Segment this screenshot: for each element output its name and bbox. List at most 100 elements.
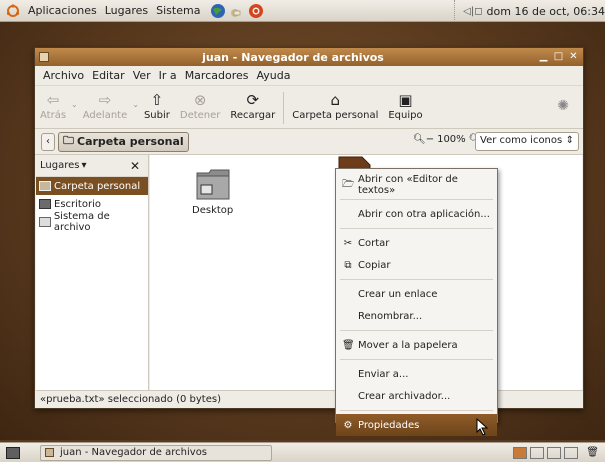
- workspace-1-icon[interactable]: [513, 446, 528, 459]
- menu-item-open-other-app[interactable]: Abrir con otra aplicación...: [336, 203, 497, 225]
- menu-separator: [340, 359, 493, 360]
- menu-ayuda[interactable]: Ayuda: [252, 69, 294, 82]
- menu-ver[interactable]: Ver: [129, 69, 155, 82]
- menu-item-label: Propiedades: [358, 419, 420, 431]
- volume-icon[interactable]: ◁|◻: [463, 6, 482, 17]
- copy-icon: ⧉: [344, 259, 352, 271]
- status-bar: «prueba.txt» seleccionado (0 bytes): [36, 390, 583, 408]
- menu-lugares[interactable]: Lugares: [101, 4, 152, 17]
- menu-item-send-to[interactable]: Enviar a...: [336, 363, 497, 385]
- forward-history-dropdown[interactable]: ⌄: [132, 100, 139, 109]
- clock-area: ◁|◻ dom 16 de oct, 06:34: [454, 0, 605, 22]
- menu-item-label: Renombrar...: [358, 310, 423, 322]
- trash-applet-icon[interactable]: 🗑: [586, 447, 599, 458]
- path-label: Carpeta personal: [77, 135, 184, 148]
- window-menu-icon[interactable]: [39, 52, 49, 62]
- top-panel: Aplicaciones Lugares Sistema ◁|◻ dom 16 …: [0, 0, 605, 22]
- window-title: juan - Navegador de archivos: [202, 50, 384, 64]
- up-label: Subir: [143, 110, 170, 121]
- scissors-icon: ✂: [343, 237, 353, 249]
- sidebar-item-filesystem[interactable]: Sistema de archivo: [36, 211, 148, 233]
- back-button[interactable]: ⇦ Atrás: [35, 90, 71, 121]
- reload-button[interactable]: ⟳ Recargar: [225, 90, 280, 121]
- home-folder-icon: [39, 181, 51, 191]
- open-folder-icon: 🗁: [342, 178, 355, 190]
- maximize-icon[interactable]: □: [552, 51, 565, 64]
- menu-item-rename[interactable]: Renombrar...: [336, 305, 497, 327]
- zoom-out-icon[interactable]: 🔍︎−: [413, 134, 434, 145]
- view-mode-select[interactable]: Ver como iconos ⇕: [475, 132, 579, 151]
- minimize-icon[interactable]: ▁: [537, 51, 550, 64]
- back-label: Atrás: [40, 110, 67, 121]
- workspace-3-icon[interactable]: [547, 446, 562, 459]
- computer-label: Equipo: [388, 110, 423, 121]
- menu-sistema[interactable]: Sistema: [152, 4, 204, 17]
- web-browser-icon[interactable]: [210, 3, 226, 19]
- up-button[interactable]: ⇧ Subir: [139, 90, 175, 121]
- window-titlebar[interactable]: juan - Navegador de archivos ▁ □ ✕: [35, 48, 583, 66]
- workspace-2-icon[interactable]: [530, 446, 545, 459]
- bottom-panel: juan - Navegador de archivos 🗑: [0, 442, 605, 462]
- home-button[interactable]: ⌂ Carpeta personal: [287, 90, 383, 121]
- toolbar: ⇦ Atrás ⌄ ⇨ Adelante ⌄ ⇧ Subir ⊗ Detener…: [35, 85, 583, 129]
- menubar: Archivo Editar Ver Ir a Marcadores Ayuda: [35, 66, 583, 85]
- menu-item-label: Abrir con otra aplicación...: [358, 208, 490, 220]
- mouse-cursor-icon: [476, 418, 489, 436]
- menu-item-open-text-editor[interactable]: 🗁 Abrir con «Editor de textos»: [336, 174, 497, 196]
- menu-item-label: Enviar a...: [358, 368, 409, 380]
- computer-button[interactable]: ▣ Equipo: [383, 90, 427, 121]
- show-desktop-icon[interactable]: [6, 446, 20, 459]
- throbber-icon: ✺: [557, 98, 569, 114]
- select-arrows-icon: ⇕: [565, 135, 574, 146]
- sidebar-header[interactable]: Lugares ▾ ✕: [36, 155, 148, 177]
- properties-icon: ⚙: [343, 419, 353, 431]
- menu-editar[interactable]: Editar: [88, 69, 129, 82]
- location-bar: ‹ 🗀 Carpeta personal 🔍︎− 100% 🔍︎+ Ver co…: [35, 129, 583, 155]
- forward-button[interactable]: ⇨ Adelante: [78, 90, 132, 121]
- ubuntu-logo-icon[interactable]: [6, 3, 20, 18]
- taskbar-item-label: juan - Navegador de archivos: [60, 447, 208, 458]
- menu-item-create-archive[interactable]: Crear archivador...: [336, 385, 497, 407]
- menu-separator: [340, 228, 493, 229]
- sidebar-item-label: Sistema de archivo: [53, 211, 110, 233]
- forward-arrow-icon: ⇨: [98, 91, 112, 109]
- stop-label: Detener: [179, 110, 221, 121]
- menu-item-label: Mover a la papelera: [358, 339, 458, 351]
- chevron-down-icon: ▾: [81, 160, 87, 171]
- taskbar-item-file-browser[interactable]: juan - Navegador de archivos: [40, 444, 272, 461]
- desktop-folder-icon: [196, 169, 230, 200]
- close-icon[interactable]: ✕: [567, 51, 580, 64]
- clock[interactable]: dom 16 de oct, 06:34: [487, 5, 605, 18]
- file-label: Desktop: [192, 205, 234, 216]
- back-history-dropdown[interactable]: ⌄: [71, 100, 78, 109]
- menu-item-create-link[interactable]: Crear un enlace: [336, 283, 497, 305]
- trash-icon: 🗑: [342, 339, 355, 351]
- menu-item-properties[interactable]: ⚙ Propiedades: [336, 414, 497, 436]
- sidebar-close-icon[interactable]: ✕: [130, 159, 140, 173]
- desktop-icon: [39, 199, 51, 209]
- menu-ir-a[interactable]: Ir a: [155, 69, 181, 82]
- path-back-icon[interactable]: ‹: [41, 132, 55, 151]
- menu-aplicaciones[interactable]: Aplicaciones: [24, 4, 101, 17]
- menu-item-label: Abrir con «Editor de textos»: [358, 174, 458, 196]
- menu-archivo[interactable]: Archivo: [39, 69, 88, 82]
- email-client-icon[interactable]: [229, 3, 245, 19]
- menu-item-copy[interactable]: ⧉ Copiar: [336, 254, 497, 276]
- file-item-desktop[interactable]: Desktop: [190, 167, 235, 216]
- sidebar-item-home[interactable]: Carpeta personal: [36, 177, 148, 195]
- stop-icon: ⊗: [193, 91, 207, 109]
- toolbar-separator: [283, 92, 285, 124]
- menu-item-move-to-trash[interactable]: 🗑 Mover a la papelera: [336, 334, 497, 356]
- up-arrow-icon: ⇧: [150, 91, 164, 109]
- menu-item-cut[interactable]: ✂ Cortar: [336, 232, 497, 254]
- workspace-4-icon[interactable]: [564, 446, 579, 459]
- window-icon: [45, 448, 54, 457]
- menu-item-label: Cortar: [358, 237, 390, 249]
- help-icon[interactable]: [248, 3, 264, 19]
- path-button-home[interactable]: 🗀 Carpeta personal: [58, 131, 189, 152]
- stop-button[interactable]: ⊗ Detener: [175, 90, 226, 121]
- menu-marcadores[interactable]: Marcadores: [181, 69, 253, 82]
- menu-separator: [340, 199, 493, 200]
- back-arrow-icon: ⇦: [46, 91, 60, 109]
- zoom-level[interactable]: 100%: [437, 134, 466, 145]
